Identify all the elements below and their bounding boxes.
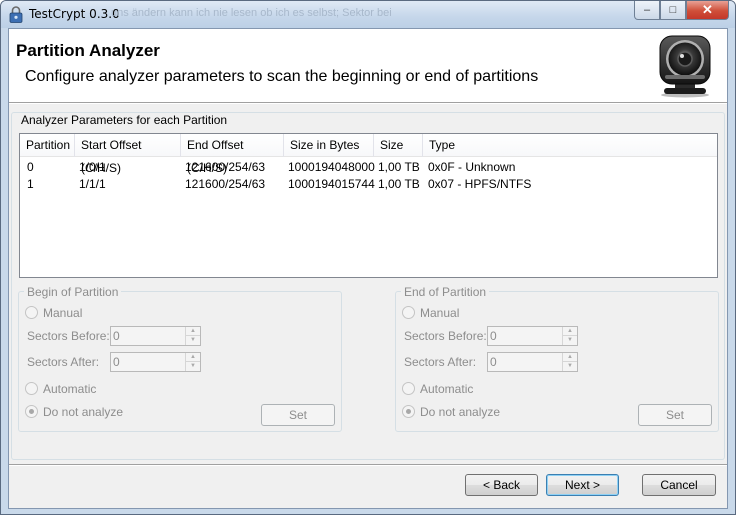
- begin-of-partition-legend: Begin of Partition: [24, 285, 122, 299]
- begin-sectors-after-stepper[interactable]: 0 ▲ ▼: [110, 352, 201, 372]
- end-manual-label: Manual: [420, 306, 460, 320]
- column-type[interactable]: Type: [423, 134, 717, 157]
- header-separator-highlight: [9, 103, 727, 104]
- stepper-down-icon[interactable]: ▼: [186, 336, 200, 345]
- page-title: Partition Analyzer: [16, 41, 160, 60]
- cell-end-offset: 121600/254/63: [185, 160, 266, 174]
- begin-sectors-before-label: Sectors Before:: [27, 329, 110, 343]
- testcrypt-window: TestCrypt 0.3.0 uns ändern kann ich nie …: [0, 0, 736, 515]
- end-sectors-after-stepper[interactable]: 0 ▲ ▼: [487, 352, 578, 372]
- stepper-buttons: ▲ ▼: [185, 353, 200, 371]
- begin-do-not-analyze-label: Do not analyze: [43, 405, 124, 419]
- column-size[interactable]: Size: [374, 134, 423, 157]
- webcam-icon: [659, 35, 711, 98]
- stepper-buttons: ▲ ▼: [185, 327, 200, 345]
- cell-type: 0x0F - Unknown: [428, 160, 516, 174]
- end-manual-radio[interactable]: [402, 306, 415, 319]
- end-of-partition-legend: End of Partition: [401, 285, 490, 299]
- wizard-header: Partition Analyzer Configure analyzer pa…: [9, 29, 727, 102]
- column-partition[interactable]: Partition: [20, 134, 75, 157]
- begin-do-not-analyze-radio[interactable]: [25, 405, 38, 418]
- end-sectors-before-stepper[interactable]: 0 ▲ ▼: [487, 326, 578, 346]
- minimize-button[interactable]: –: [634, 1, 660, 20]
- stepper-down-icon[interactable]: ▼: [563, 336, 577, 345]
- cell-start-offset: 1/1/1: [79, 177, 106, 191]
- cell-end-offset: 121600/254/63: [185, 177, 266, 191]
- cell-start-offset: 1/0/1: [79, 160, 106, 174]
- title-background-text: uns ändern kann ich nie lesen ob ich es …: [111, 7, 392, 19]
- begin-automatic-label: Automatic: [43, 382, 97, 396]
- begin-sectors-after-label: Sectors After:: [27, 355, 100, 369]
- stepper-up-icon[interactable]: ▲: [186, 327, 200, 336]
- stepper-up-icon[interactable]: ▲: [563, 327, 577, 336]
- app-lock-icon: [9, 6, 23, 23]
- end-set-button[interactable]: Set: [638, 404, 712, 426]
- title-bar[interactable]: TestCrypt 0.3.0 uns ändern kann ich nie …: [1, 1, 735, 28]
- cell-partition: 0: [27, 160, 34, 174]
- cell-type: 0x07 - HPFS/NTFS: [428, 177, 532, 191]
- cancel-button[interactable]: Cancel: [642, 474, 716, 496]
- begin-manual-radio[interactable]: [25, 306, 38, 319]
- column-size-bytes[interactable]: Size in Bytes: [284, 134, 374, 157]
- end-do-not-analyze-radio[interactable]: [402, 405, 415, 418]
- stepper-down-icon[interactable]: ▼: [186, 362, 200, 371]
- footer-separator-highlight: [9, 465, 727, 466]
- column-end-offset[interactable]: End Offset (C/H/S): [181, 134, 284, 175]
- begin-manual-label: Manual: [43, 306, 83, 320]
- begin-set-button[interactable]: Set: [261, 404, 335, 426]
- table-row[interactable]: 1 1/1/1 121600/254/63 1000194015744 1,00…: [20, 176, 717, 193]
- end-automatic-label: Automatic: [420, 382, 474, 396]
- partition-list-header: Partition Start Offset (C/H/S) End Offse…: [20, 134, 717, 175]
- cell-size: 1,00 TB: [378, 177, 420, 191]
- stepper-up-icon[interactable]: ▲: [563, 353, 577, 362]
- stepper-up-icon[interactable]: ▲: [186, 353, 200, 362]
- wizard-client-area: Partition Analyzer Configure analyzer pa…: [8, 28, 728, 509]
- back-button[interactable]: < Back: [465, 474, 538, 496]
- table-row[interactable]: 0 1/0/1 121600/254/63 1000194048000 1,00…: [20, 159, 717, 176]
- next-button[interactable]: Next >: [546, 474, 619, 496]
- cell-size: 1,00 TB: [378, 160, 420, 174]
- stepper-down-icon[interactable]: ▼: [563, 362, 577, 371]
- end-do-not-analyze-label: Do not analyze: [420, 405, 501, 419]
- begin-sectors-after-value: 0: [113, 355, 120, 369]
- begin-sectors-before-value: 0: [113, 329, 120, 343]
- stepper-buttons: ▲ ▼: [562, 353, 577, 371]
- partition-list[interactable]: Partition Start Offset (C/H/S) End Offse…: [19, 133, 718, 278]
- end-automatic-radio[interactable]: [402, 382, 415, 395]
- page-subtitle: Configure analyzer parameters to scan th…: [25, 68, 539, 85]
- begin-sectors-before-stepper[interactable]: 0 ▲ ▼: [110, 326, 201, 346]
- analyzer-parameters-legend: Analyzer Parameters for each Partition: [18, 113, 231, 127]
- window-controls: – □ ✕: [634, 1, 729, 20]
- end-sectors-after-value: 0: [490, 355, 497, 369]
- end-sectors-after-label: Sectors After:: [404, 355, 477, 369]
- end-sectors-before-label: Sectors Before:: [404, 329, 487, 343]
- stepper-buttons: ▲ ▼: [562, 327, 577, 345]
- close-button[interactable]: ✕: [686, 1, 729, 20]
- begin-automatic-radio[interactable]: [25, 382, 38, 395]
- maximize-button[interactable]: □: [660, 1, 686, 20]
- cell-size-bytes: 1000194015744: [288, 177, 375, 191]
- end-sectors-before-value: 0: [490, 329, 497, 343]
- cell-size-bytes: 1000194048000: [288, 160, 375, 174]
- column-start-offset[interactable]: Start Offset (C/H/S): [75, 134, 181, 175]
- window-title: TestCrypt 0.3.0: [29, 7, 120, 21]
- cell-partition: 1: [27, 177, 34, 191]
